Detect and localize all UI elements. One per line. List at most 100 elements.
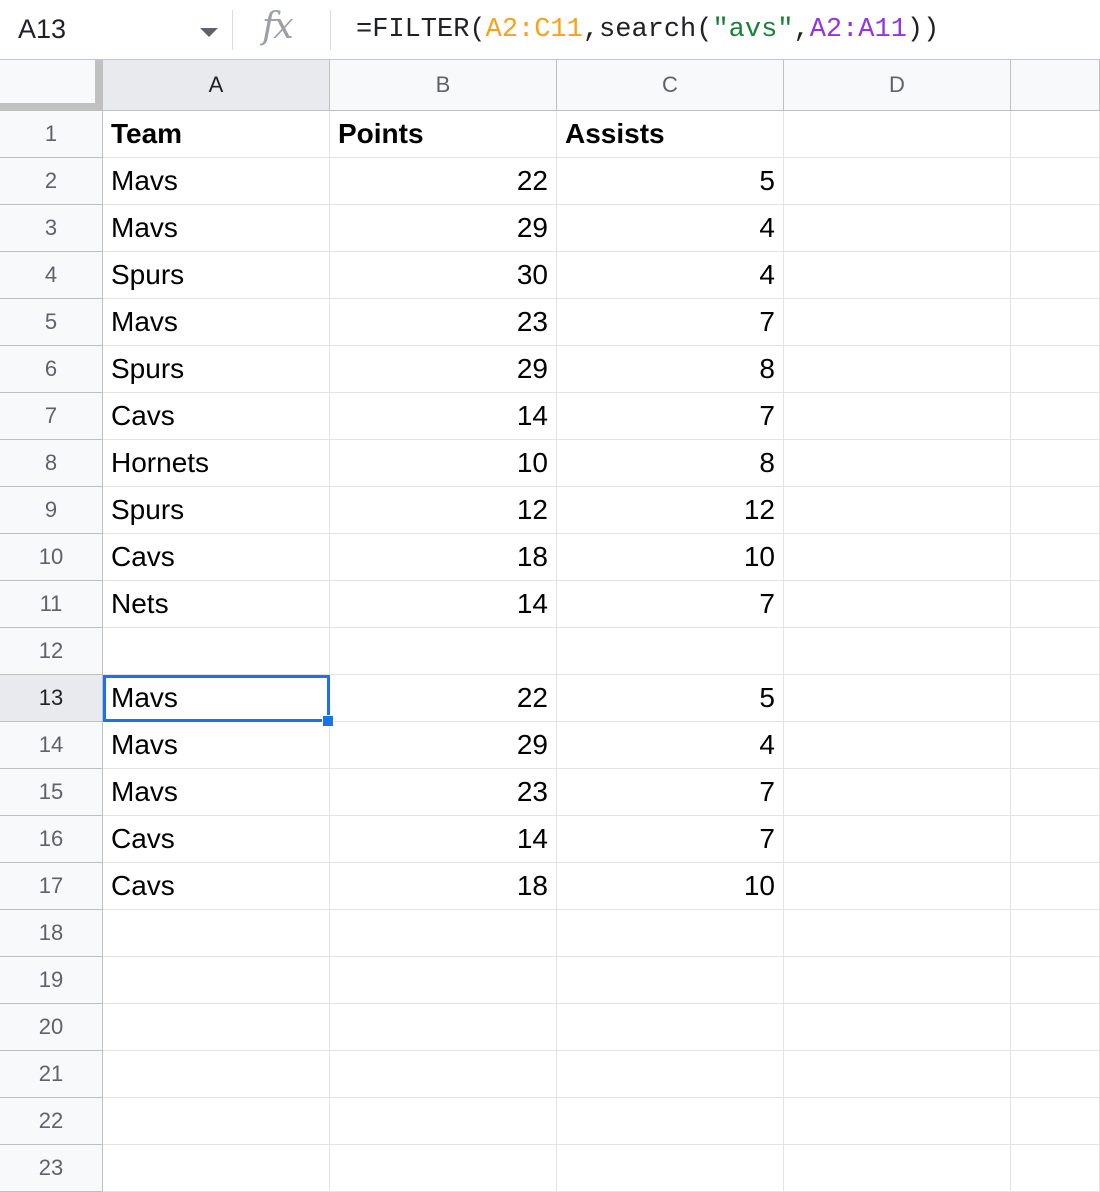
cell-b7[interactable]: 14 <box>330 393 557 440</box>
name-box-value[interactable]: A13 <box>18 14 66 45</box>
cell-overflow[interactable] <box>1011 1051 1100 1098</box>
row-header-19[interactable]: 19 <box>0 957 103 1004</box>
cell-a15[interactable]: Mavs <box>103 769 330 816</box>
cell-a5[interactable]: Mavs <box>103 299 330 346</box>
row-header-5[interactable]: 5 <box>0 299 103 346</box>
cell-c3[interactable]: 4 <box>557 205 784 252</box>
row-header-8[interactable]: 8 <box>0 440 103 487</box>
cell-a14[interactable]: Mavs <box>103 722 330 769</box>
cell-c17[interactable]: 10 <box>557 863 784 910</box>
cell-overflow[interactable] <box>1011 393 1100 440</box>
cell-b20[interactable] <box>330 1004 557 1051</box>
cell-overflow[interactable] <box>1011 111 1100 158</box>
cell-d12[interactable] <box>784 628 1011 675</box>
cell-d15[interactable] <box>784 769 1011 816</box>
name-box[interactable]: A13 <box>0 0 232 59</box>
cell-b21[interactable] <box>330 1051 557 1098</box>
cell-d17[interactable] <box>784 863 1011 910</box>
cell-d9[interactable] <box>784 487 1011 534</box>
cell-overflow[interactable] <box>1011 957 1100 1004</box>
row-header-4[interactable]: 4 <box>0 252 103 299</box>
cell-overflow[interactable] <box>1011 158 1100 205</box>
cell-b23[interactable] <box>330 1145 557 1192</box>
row-header-12[interactable]: 12 <box>0 628 103 675</box>
row-header-13[interactable]: 13 <box>0 675 103 722</box>
column-header-c[interactable]: C <box>557 60 784 111</box>
cell-c13[interactable]: 5 <box>557 675 784 722</box>
row-header-17[interactable]: 17 <box>0 863 103 910</box>
cell-b2[interactable]: 22 <box>330 158 557 205</box>
cell-a9[interactable]: Spurs <box>103 487 330 534</box>
cell-a19[interactable] <box>103 957 330 1004</box>
cell-a8[interactable]: Hornets <box>103 440 330 487</box>
cell-b18[interactable] <box>330 910 557 957</box>
cell-b8[interactable]: 10 <box>330 440 557 487</box>
cell-a1[interactable]: Team <box>103 111 330 158</box>
cell-d16[interactable] <box>784 816 1011 863</box>
fill-handle[interactable] <box>322 715 334 727</box>
cell-overflow[interactable] <box>1011 346 1100 393</box>
cell-d8[interactable] <box>784 440 1011 487</box>
cell-overflow[interactable] <box>1011 722 1100 769</box>
cell-d20[interactable] <box>784 1004 1011 1051</box>
cell-overflow[interactable] <box>1011 299 1100 346</box>
cell-d3[interactable] <box>784 205 1011 252</box>
cell-overflow[interactable] <box>1011 910 1100 957</box>
cell-c18[interactable] <box>557 910 784 957</box>
cell-b9[interactable]: 12 <box>330 487 557 534</box>
column-header-next[interactable] <box>1011 60 1100 111</box>
column-header-b[interactable]: B <box>330 60 557 111</box>
cell-c6[interactable]: 8 <box>557 346 784 393</box>
cell-a10[interactable]: Cavs <box>103 534 330 581</box>
cell-overflow[interactable] <box>1011 675 1100 722</box>
row-header-9[interactable]: 9 <box>0 487 103 534</box>
cell-b6[interactable]: 29 <box>330 346 557 393</box>
row-header-21[interactable]: 21 <box>0 1051 103 1098</box>
cell-b19[interactable] <box>330 957 557 1004</box>
cell-b17[interactable]: 18 <box>330 863 557 910</box>
cell-d6[interactable] <box>784 346 1011 393</box>
cell-c10[interactable]: 10 <box>557 534 784 581</box>
cell-a17[interactable]: Cavs <box>103 863 330 910</box>
cell-c14[interactable]: 4 <box>557 722 784 769</box>
cell-a4[interactable]: Spurs <box>103 252 330 299</box>
cell-a6[interactable]: Spurs <box>103 346 330 393</box>
cell-c2[interactable]: 5 <box>557 158 784 205</box>
cell-overflow[interactable] <box>1011 252 1100 299</box>
row-header-2[interactable]: 2 <box>0 158 103 205</box>
column-header-a[interactable]: A <box>103 60 330 111</box>
formula-input[interactable]: =FILTER(A2:C11,search("avs",A2:A11)) <box>356 15 939 45</box>
row-header-22[interactable]: 22 <box>0 1098 103 1145</box>
cell-c12[interactable] <box>557 628 784 675</box>
row-header-14[interactable]: 14 <box>0 722 103 769</box>
row-header-3[interactable]: 3 <box>0 205 103 252</box>
cell-c9[interactable]: 12 <box>557 487 784 534</box>
cell-c7[interactable]: 7 <box>557 393 784 440</box>
cell-c8[interactable]: 8 <box>557 440 784 487</box>
cell-overflow[interactable] <box>1011 863 1100 910</box>
cell-d10[interactable] <box>784 534 1011 581</box>
cell-overflow[interactable] <box>1011 1004 1100 1051</box>
row-header-6[interactable]: 6 <box>0 346 103 393</box>
row-header-23[interactable]: 23 <box>0 1145 103 1192</box>
cell-c15[interactable]: 7 <box>557 769 784 816</box>
row-header-16[interactable]: 16 <box>0 816 103 863</box>
cell-a22[interactable] <box>103 1098 330 1145</box>
cell-d13[interactable] <box>784 675 1011 722</box>
cell-b15[interactable]: 23 <box>330 769 557 816</box>
cell-d19[interactable] <box>784 957 1011 1004</box>
cell-d4[interactable] <box>784 252 1011 299</box>
cell-a3[interactable]: Mavs <box>103 205 330 252</box>
cell-overflow[interactable] <box>1011 1145 1100 1192</box>
cell-c22[interactable] <box>557 1098 784 1145</box>
cell-overflow[interactable] <box>1011 769 1100 816</box>
cell-overflow[interactable] <box>1011 205 1100 252</box>
cell-overflow[interactable] <box>1011 581 1100 628</box>
cell-overflow[interactable] <box>1011 534 1100 581</box>
cell-c11[interactable]: 7 <box>557 581 784 628</box>
cell-b12[interactable] <box>330 628 557 675</box>
chevron-down-icon[interactable] <box>200 28 218 37</box>
cell-c4[interactable]: 4 <box>557 252 784 299</box>
row-header-1[interactable]: 1 <box>0 111 103 158</box>
cell-c5[interactable]: 7 <box>557 299 784 346</box>
